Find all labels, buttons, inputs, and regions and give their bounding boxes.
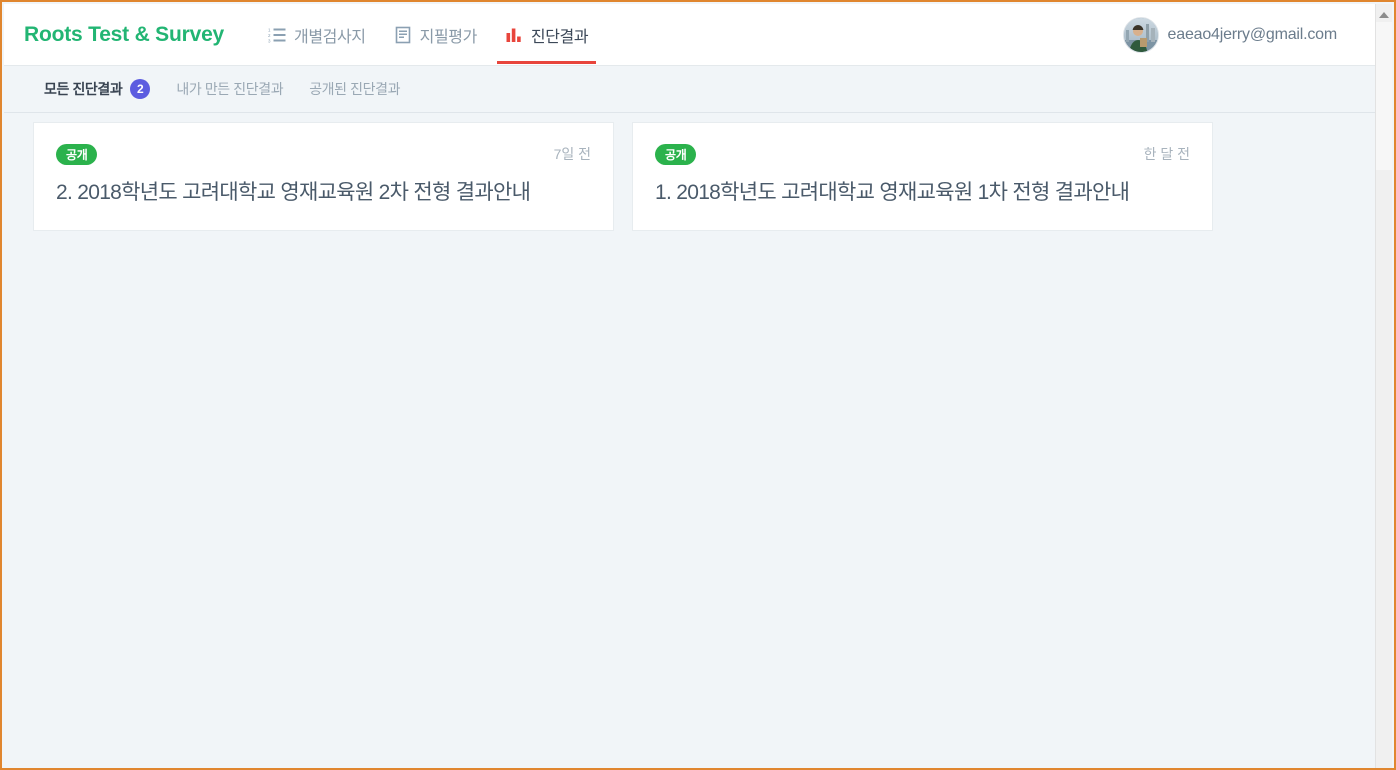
result-card[interactable]: 공개 7일 전 2. 2018학년도 고려대학교 영재교육원 2차 전형 결과안… (33, 122, 614, 231)
card-timestamp: 한 달 전 (1143, 146, 1190, 162)
card-title: 2. 2018학년도 고려대학교 영재교육원 2차 전형 결과안내 (56, 181, 531, 204)
main-navigation: 1 2 3 개별검사지 지필평가 진단결과 (254, 4, 602, 66)
visibility-badge: 공개 (56, 143, 98, 165)
sub-navigation: 모든 진단결과 2 내가 만든 진단결과 공개된 진단결과 (4, 66, 1377, 113)
nav-tab-diagnostic-results[interactable]: 진단결과 (491, 4, 602, 66)
subnav-item-label: 공개된 진단결과 (309, 81, 401, 97)
numbered-list-icon: 1 2 3 (268, 26, 286, 44)
bar-chart-icon (505, 26, 523, 44)
svg-text:1: 1 (268, 27, 271, 32)
subnav-item-label: 내가 만든 진단결과 (176, 81, 284, 97)
svg-text:2: 2 (268, 33, 271, 38)
subnav-item-label: 모든 진단결과 (44, 81, 123, 97)
result-card-grid: 공개 7일 전 2. 2018학년도 고려대학교 영재교육원 2차 전형 결과안… (33, 122, 1213, 231)
nav-tab-label: 진단결과 (530, 28, 589, 46)
document-lines-icon (394, 26, 412, 44)
card-timestamp: 7일 전 (553, 146, 591, 162)
triangle-up-glyph (1379, 11, 1389, 18)
nav-tab-label: 지필평가 (419, 28, 478, 46)
scroll-up-arrow-icon[interactable] (1376, 7, 1392, 22)
subnav-item-public-results[interactable]: 공개된 진단결과 (309, 79, 400, 99)
nav-tab-label: 개별검사지 (294, 28, 366, 46)
subnav-item-all-results[interactable]: 모든 진단결과 2 (44, 79, 151, 99)
app-header: Roots Test & Survey 1 2 3 개별검사지 지필평가 진단결… (4, 4, 1377, 66)
results-count-badge: 2 (130, 79, 151, 99)
brand-logo[interactable]: Roots Test & Survey (24, 23, 224, 47)
nav-tab-written-evaluation[interactable]: 지필평가 (380, 4, 491, 66)
browser-window-frame: Roots Test & Survey 1 2 3 개별검사지 지필평가 진단결… (0, 0, 1396, 770)
vertical-scrollbar[interactable] (1375, 4, 1392, 768)
visibility-badge: 공개 (655, 143, 697, 165)
scrollbar-thumb[interactable] (1376, 22, 1392, 170)
nav-tab-individual-test[interactable]: 1 2 3 개별검사지 (254, 4, 380, 66)
svg-text:3: 3 (268, 38, 271, 43)
result-card[interactable]: 공개 한 달 전 1. 2018학년도 고려대학교 영재교육원 1차 전형 결과… (632, 122, 1213, 231)
card-meta-row: 공개 7일 전 (56, 143, 591, 165)
card-meta-row: 공개 한 달 전 (655, 143, 1190, 165)
avatar (1122, 17, 1159, 53)
card-title: 1. 2018학년도 고려대학교 영재교육원 1차 전형 결과안내 (655, 181, 1130, 204)
account-menu[interactable]: eaeao4jerry@gmail.com (1122, 4, 1338, 66)
account-email: eaeao4jerry@gmail.com (1167, 26, 1338, 43)
subnav-item-my-results[interactable]: 내가 만든 진단결과 (176, 79, 283, 99)
